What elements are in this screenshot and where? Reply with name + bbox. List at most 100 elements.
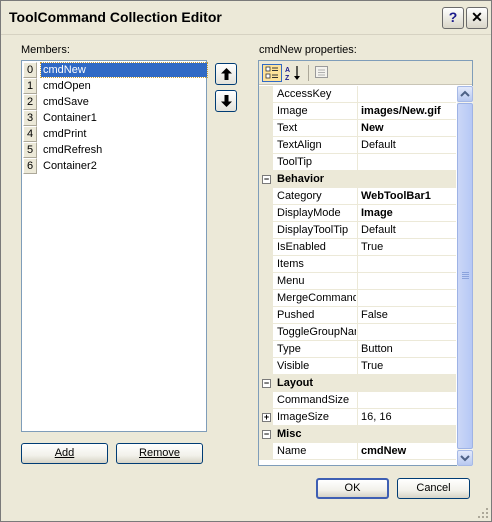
property-value[interactable] <box>357 256 456 272</box>
property-value[interactable] <box>357 273 456 289</box>
property-value[interactable]: Default <box>357 222 456 238</box>
arrow-down-icon <box>221 95 232 107</box>
property-row[interactable]: Items <box>259 256 456 273</box>
property-grid-scrollbar[interactable] <box>457 86 473 466</box>
list-item-label: cmdPrint <box>43 128 87 140</box>
list-item[interactable]: 4 cmdPrint <box>23 126 207 142</box>
categorized-icon[interactable] <box>262 64 282 82</box>
property-row[interactable]: AccessKey <box>259 86 456 103</box>
property-value[interactable]: New <box>357 120 456 136</box>
resize-grip-icon[interactable] <box>477 507 489 519</box>
property-row-margin <box>259 307 273 324</box>
list-item[interactable]: 6 Container2 <box>23 158 207 174</box>
alphabetical-icon[interactable]: A Z <box>284 64 304 82</box>
ok-button[interactable]: OK <box>316 478 389 499</box>
title-bar[interactable]: ToolCommand Collection Editor ? ✕ <box>1 1 491 35</box>
property-value[interactable]: images/New.gif <box>357 103 456 119</box>
property-row[interactable]: Name cmdNew <box>259 443 456 460</box>
list-item[interactable]: 1 cmdOpen <box>23 78 207 94</box>
list-item-index: 0 <box>23 62 37 78</box>
collapse-icon[interactable]: − <box>262 175 271 184</box>
property-name: CommandSize <box>277 394 350 406</box>
help-button[interactable]: ? <box>442 7 464 29</box>
property-row[interactable]: Visible True <box>259 358 456 375</box>
property-value[interactable] <box>357 86 456 102</box>
property-value[interactable]: True <box>357 239 456 255</box>
property-row-margin <box>259 188 273 205</box>
list-item-label: cmdOpen <box>43 80 91 92</box>
property-row-margin <box>259 154 273 171</box>
property-row[interactable]: TextAlign Default <box>259 137 456 154</box>
property-row[interactable]: Pushed False <box>259 307 456 324</box>
property-row[interactable]: IsEnabled True <box>259 239 456 256</box>
property-value[interactable] <box>357 290 456 306</box>
collapse-icon[interactable]: − <box>262 379 271 388</box>
property-category[interactable]: − Misc <box>259 426 456 443</box>
list-item-label: cmdSave <box>43 96 89 108</box>
property-name: TextAlign <box>277 139 322 151</box>
property-value[interactable]: 16, 16 <box>357 409 456 425</box>
remove-button-label: Remove <box>139 447 180 459</box>
property-name: Type <box>277 343 301 355</box>
property-row-margin <box>259 290 273 307</box>
property-row[interactable]: Text New <box>259 120 456 137</box>
property-value[interactable]: False <box>357 307 456 323</box>
property-value[interactable] <box>357 392 456 408</box>
move-down-button[interactable] <box>215 90 237 112</box>
property-value[interactable]: Default <box>357 137 456 153</box>
property-row-margin <box>259 103 273 120</box>
property-value[interactable]: cmdNew <box>357 443 456 459</box>
property-value[interactable] <box>357 324 456 340</box>
property-name: ToggleGroupNan <box>277 326 356 338</box>
move-up-button[interactable] <box>215 63 237 85</box>
scroll-up-button[interactable] <box>457 86 473 102</box>
property-row[interactable]: ToolTip <box>259 154 456 171</box>
property-value[interactable]: Image <box>357 205 456 221</box>
expand-icon[interactable]: + <box>262 413 271 422</box>
property-name: ImageSize <box>277 411 329 423</box>
collection-editor-dialog: ToolCommand Collection Editor ? ✕ Member… <box>0 0 492 522</box>
property-value[interactable]: Button <box>357 341 456 357</box>
members-list[interactable]: 0 cmdNew 1 cmdOpen 2 cmdSave 3 Container1 4 cmdPr… <box>21 60 208 432</box>
property-row-margin <box>259 358 273 375</box>
property-category[interactable]: − Layout <box>259 375 456 392</box>
property-row-margin <box>259 392 273 409</box>
scroll-thumb[interactable] <box>457 103 473 449</box>
property-name: Category <box>277 190 322 202</box>
collapse-icon[interactable]: − <box>262 430 271 439</box>
list-item[interactable]: 0 cmdNew <box>23 62 208 78</box>
property-row[interactable]: + ImageSize 16, 16 <box>259 409 456 426</box>
property-row[interactable]: ToggleGroupNan <box>259 324 456 341</box>
add-button[interactable]: Add <box>21 443 108 464</box>
property-value[interactable] <box>357 154 456 170</box>
property-value[interactable]: WebToolBar1 <box>357 188 456 204</box>
property-row[interactable]: DisplayMode Image <box>259 205 456 222</box>
list-item-label: Container2 <box>43 160 97 172</box>
property-row[interactable]: Image images/New.gif <box>259 103 456 120</box>
property-row-margin <box>259 86 273 103</box>
list-item[interactable]: 2 cmdSave <box>23 94 207 110</box>
property-row[interactable]: CommandSize <box>259 392 456 409</box>
property-value[interactable]: True <box>357 358 456 374</box>
cancel-button[interactable]: Cancel <box>397 478 470 499</box>
list-item-label: cmdRefresh <box>43 144 103 156</box>
property-row-margin <box>259 443 273 460</box>
property-category[interactable]: − Behavior <box>259 171 456 188</box>
property-row[interactable]: Type Button <box>259 341 456 358</box>
close-button[interactable]: ✕ <box>466 7 488 29</box>
scroll-down-button[interactable] <box>457 450 473 466</box>
list-item[interactable]: 3 Container1 <box>23 110 207 126</box>
property-row-margin <box>259 273 273 290</box>
property-row[interactable]: Menu <box>259 273 456 290</box>
property-row-margin: + <box>259 409 273 426</box>
remove-button[interactable]: Remove <box>116 443 203 464</box>
property-row[interactable]: Category WebToolBar1 <box>259 188 456 205</box>
list-item[interactable]: 5 cmdRefresh <box>23 142 207 158</box>
property-pages-icon[interactable] <box>313 64 333 82</box>
property-name: ToolTip <box>277 156 313 168</box>
property-row[interactable]: MergeCommandS <box>259 290 456 307</box>
list-item-label: Container1 <box>43 112 97 124</box>
property-row-margin <box>259 205 273 222</box>
list-item-label: cmdNew <box>40 62 208 78</box>
property-row[interactable]: DisplayToolTip Default <box>259 222 456 239</box>
